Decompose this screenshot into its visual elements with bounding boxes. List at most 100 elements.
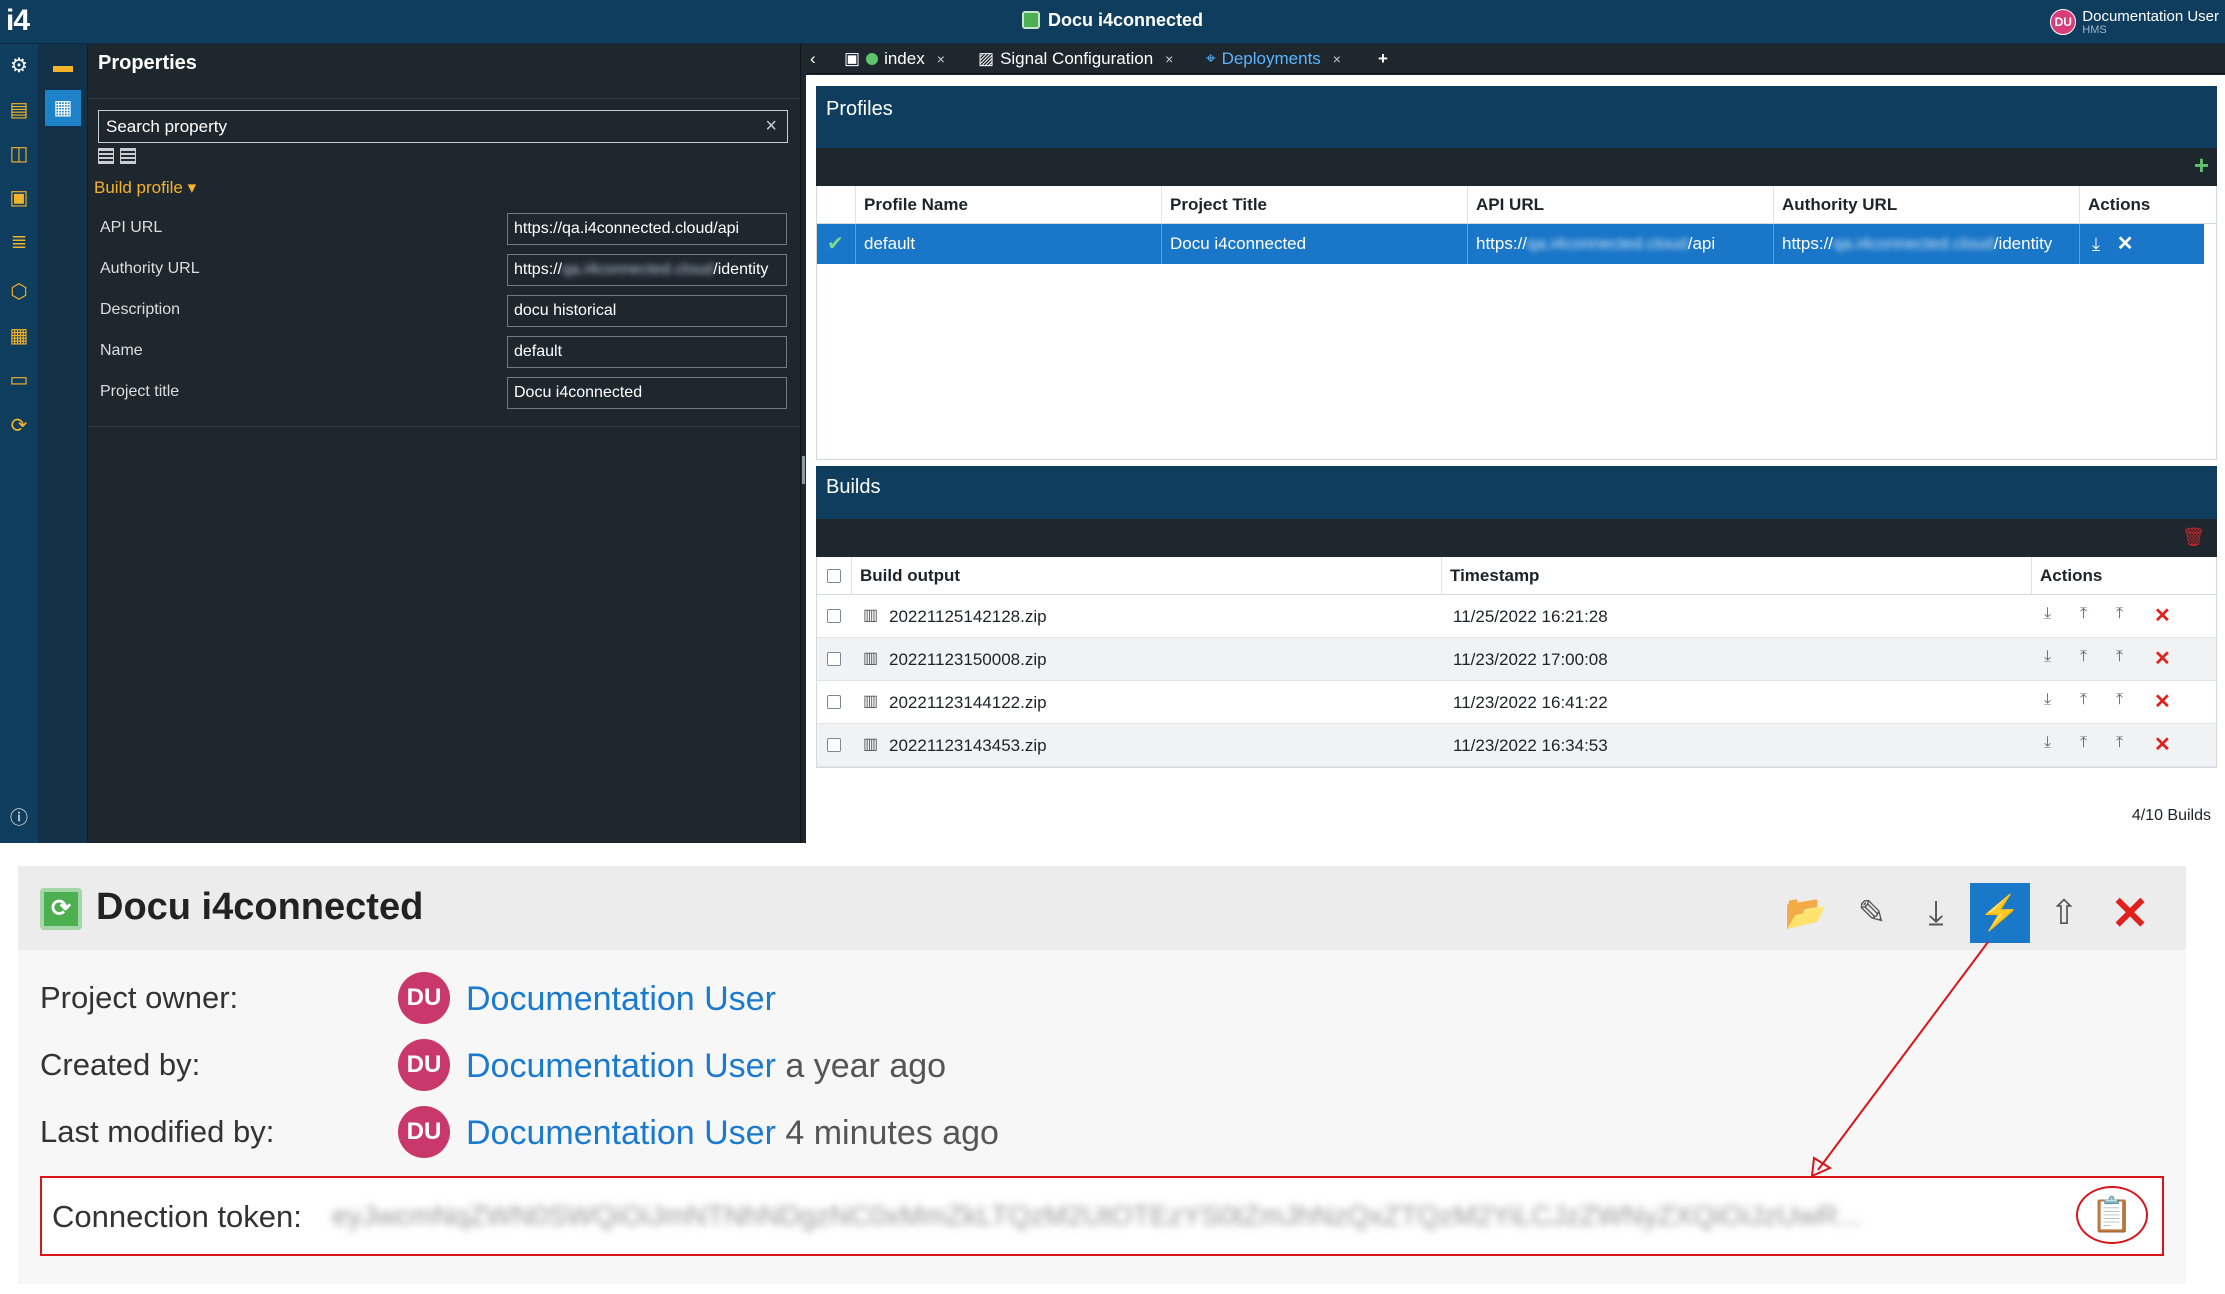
trash-icon[interactable]: 🗑 — [2182, 527, 2205, 548]
column-header[interactable]: Profile Name — [855, 186, 1161, 224]
project-title: Docu i4connected — [1161, 224, 1467, 264]
properties-icon[interactable]: ▦ — [45, 90, 81, 126]
table-row[interactable]: ▥ 20221125142128.zip 11/25/2022 16:21:28… — [817, 595, 2216, 638]
close-icon[interactable]: ✕ — [2100, 883, 2160, 943]
search-input[interactable] — [99, 111, 739, 142]
user-link: Documentation User 4 minutes ago — [466, 1114, 999, 1152]
info-icon[interactable]: ⓘ — [7, 806, 31, 830]
deploy-icon[interactable]: ⤒ — [2116, 734, 2123, 752]
avatar: DU — [398, 972, 450, 1024]
splitter-grip[interactable] — [802, 456, 805, 484]
row-checkbox[interactable] — [827, 652, 841, 666]
edit-icon[interactable]: ✎ — [1842, 883, 1902, 943]
device-icon[interactable]: ◫ — [7, 142, 31, 166]
close-icon[interactable]: × — [1333, 51, 1341, 67]
chevron-down-icon: ▾ — [187, 178, 197, 197]
window-title: Docu i4connected — [0, 10, 2225, 31]
column-header[interactable]: API URL — [1467, 186, 1773, 224]
deploy-icon[interactable]: ▬ — [45, 48, 81, 84]
relative-time: 4 minutes ago — [785, 1114, 999, 1152]
connection-plug-icon[interactable]: ⚡ — [1970, 883, 2030, 943]
table-row[interactable]: ▥ 20221123144122.zip 11/23/2022 16:41:22… — [817, 681, 2216, 724]
package-icon[interactable]: ⬡ — [7, 280, 31, 304]
field-label: Project owner: — [40, 980, 239, 1015]
property-value[interactable]: default — [507, 336, 787, 368]
download-icon[interactable]: ⤓ — [2044, 648, 2051, 666]
clipboard-icon[interactable]: 📋 — [2076, 1186, 2148, 1244]
download-icon[interactable]: ⤓ — [2044, 691, 2051, 709]
build-icon[interactable]: ⤓ — [2092, 234, 2100, 254]
upload-icon[interactable]: ⤒ — [2080, 605, 2087, 623]
row-checkbox[interactable] — [827, 609, 841, 623]
archive-icon[interactable]: ▭ — [7, 368, 31, 392]
avatar: DU — [2050, 9, 2077, 35]
close-icon[interactable]: × — [937, 51, 945, 67]
list-view-icon[interactable] — [98, 148, 114, 164]
column-header: Actions — [2031, 557, 2216, 595]
sync-icon[interactable]: ⟳ — [7, 414, 31, 438]
add-tab-button[interactable]: + — [1378, 44, 1388, 73]
property-value[interactable]: https://qa.i4connected.cloud/identity — [507, 254, 787, 286]
property-value[interactable]: docu historical — [507, 295, 787, 327]
gallery-icon[interactable]: ▣ — [7, 186, 31, 210]
upload-icon[interactable]: ⤒ — [2080, 691, 2087, 709]
export-icon[interactable]: ⇧ — [2034, 883, 2094, 943]
build-profile-dropdown[interactable]: Build profile ▾ — [94, 178, 196, 198]
table-row[interactable]: ▥ 20221123150008.zip 11/23/2022 17:00:08… — [817, 638, 2216, 681]
download-icon[interactable]: ⤓ — [2044, 734, 2051, 752]
table-row[interactable]: ▥ 20221123143453.zip 11/23/2022 16:34:53… — [817, 724, 2216, 767]
relative-time: a year ago — [785, 1047, 947, 1085]
build-timestamp: 11/25/2022 16:21:28 — [1453, 607, 1608, 626]
delete-icon[interactable]: ✕ — [2154, 646, 2171, 671]
delete-icon[interactable]: ✕ — [2154, 603, 2171, 628]
application-window: i4 Docu i4connected DU Documentation Use… — [0, 0, 2225, 843]
download-icon[interactable]: ⤓ — [2044, 605, 2051, 623]
build-timestamp: 11/23/2022 16:41:22 — [1453, 693, 1608, 712]
close-icon[interactable]: × — [1165, 51, 1173, 67]
select-all-checkbox[interactable] — [827, 569, 841, 583]
tab-index[interactable]: ▣ index × — [844, 44, 945, 73]
table-row[interactable]: ✔ default Docu i4connected https://qa.i4… — [817, 224, 2204, 264]
column-header[interactable]: Build output — [851, 557, 1441, 595]
builds-title: Builds — [826, 476, 881, 498]
avatar: DU — [398, 1039, 450, 1091]
user-link[interactable]: Documentation User — [466, 980, 776, 1019]
connection-token-box: Connection token: eyJwcmNqZWN0SWQiOiJmNT… — [40, 1176, 2164, 1256]
row-checkbox[interactable] — [827, 695, 841, 709]
property-value[interactable]: Docu i4connected — [507, 377, 787, 409]
save-icon[interactable]: ⤓ — [1906, 883, 1966, 943]
row-checkbox[interactable] — [827, 738, 841, 752]
chart-icon[interactable]: ▤ — [7, 98, 31, 122]
sub-navigation-rail: ▬ ▦ — [38, 44, 88, 843]
table-header: Build output Timestamp Actions — [817, 557, 2216, 595]
upload-icon[interactable]: ⤒ — [2080, 734, 2087, 752]
column-header[interactable]: Project Title — [1161, 186, 1467, 224]
config-icon[interactable]: ▦ — [7, 324, 31, 348]
settings-icon[interactable]: ⚙ — [7, 54, 31, 78]
user-menu[interactable]: DU Documentation User HMS — [2050, 6, 2219, 38]
add-profile-button[interactable]: + — [2194, 150, 2209, 181]
deploy-icon[interactable]: ⤒ — [2116, 691, 2123, 709]
image-icon: ▨ — [978, 49, 995, 68]
column-header[interactable]: Timestamp — [1441, 557, 2031, 595]
clear-icon[interactable]: × — [765, 115, 777, 138]
deploy-icon[interactable]: ⤒ — [2116, 605, 2123, 623]
server-icon[interactable]: ≣ — [7, 230, 31, 254]
property-value[interactable]: https://qa.i4connected.cloud/api — [507, 213, 787, 245]
delete-icon[interactable]: ✕ — [2154, 732, 2171, 757]
delete-icon[interactable]: ✕ — [2154, 689, 2171, 714]
property-search: × — [98, 110, 788, 143]
open-folder-icon[interactable]: 📂 — [1776, 883, 1836, 943]
grid-view-icon[interactable] — [120, 148, 136, 164]
tab-back-button[interactable]: ‹ — [810, 44, 816, 73]
upload-icon[interactable]: ⤒ — [2080, 648, 2087, 666]
tab-signal-configuration[interactable]: ▨ Signal Configuration × — [978, 44, 1173, 73]
zip-file-icon: ▥ — [863, 693, 879, 710]
api-url: https://qa.i4connected.cloud/api — [1467, 224, 1773, 264]
project-detail-panel: ⟳ Docu i4connected 📂 ✎ ⤓ ⚡ ⇧ ✕ Project o… — [18, 866, 2186, 1284]
tab-deployments[interactable]: ⌖ Deployments × — [1206, 44, 1341, 73]
deploy-icon[interactable]: ⤒ — [2116, 648, 2123, 666]
column-header[interactable]: Authority URL — [1773, 186, 2079, 224]
profiles-header: Profiles — [816, 86, 2217, 148]
delete-icon[interactable]: ✕ — [2117, 233, 2134, 255]
